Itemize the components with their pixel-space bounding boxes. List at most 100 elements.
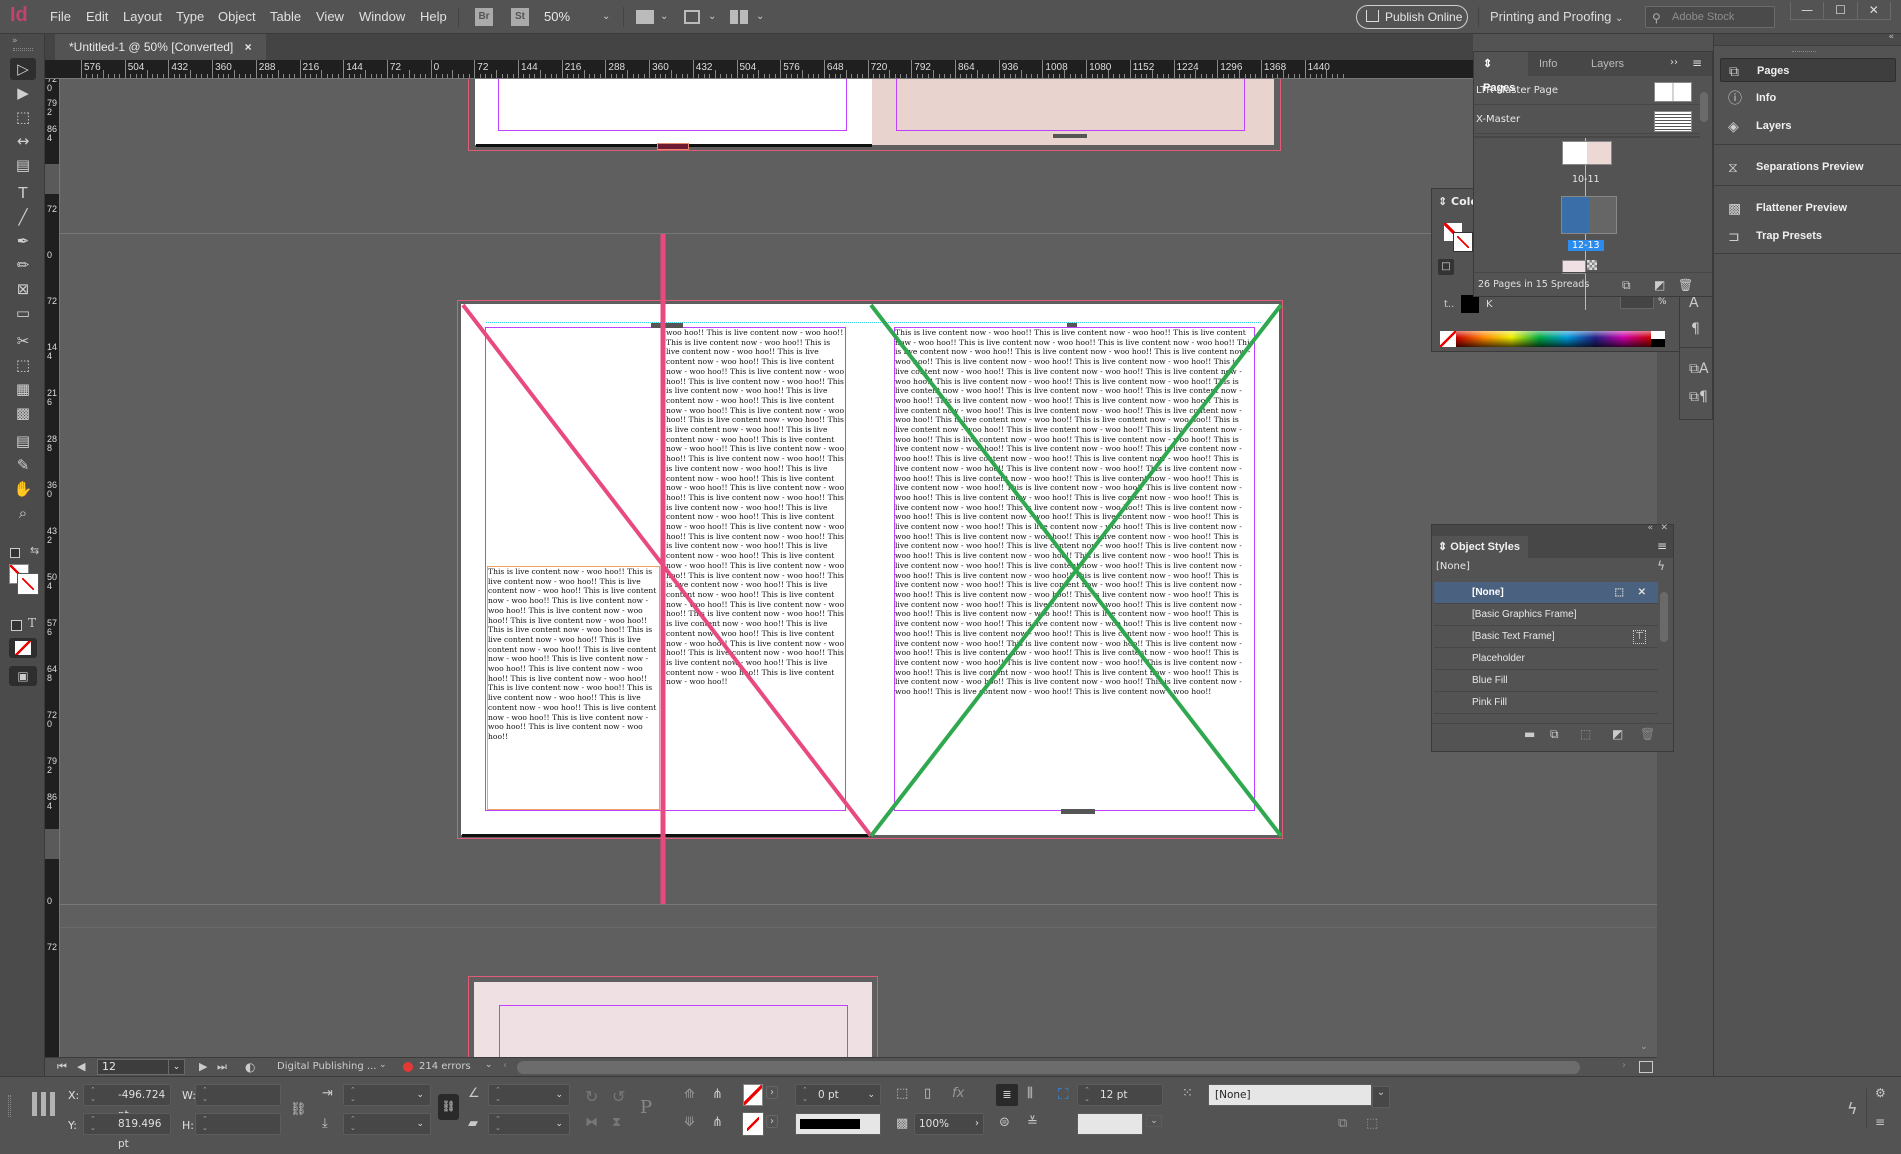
stroke-swatch[interactable] xyxy=(742,1112,764,1136)
menu-help[interactable]: Help xyxy=(420,9,447,24)
corner-shape-preview[interactable] xyxy=(1077,1113,1143,1135)
note-tool[interactable]: ▤ xyxy=(10,430,36,452)
rotation-angle-icon[interactable]: ∠ xyxy=(468,1086,480,1101)
scroll-left-icon[interactable]: ‹ xyxy=(503,1060,507,1071)
close-tab-icon[interactable]: × xyxy=(245,40,252,54)
zoom-level-field[interactable]: 50% xyxy=(544,9,570,24)
panel-menu-icon[interactable]: ≡ xyxy=(1692,56,1702,70)
grip-handle[interactable] xyxy=(1792,51,1816,53)
object-style-dropdown[interactable]: [None] xyxy=(1208,1084,1372,1106)
workspace-switcher[interactable]: Printing and Proofing ⌄ xyxy=(1490,9,1623,24)
pages-scrollbar[interactable] xyxy=(1700,82,1710,274)
rotate-counterclockwise-icon[interactable]: ↺ xyxy=(612,1087,625,1106)
gap-tool[interactable]: ↔ xyxy=(10,130,36,152)
expand-panel-icon[interactable]: ›› xyxy=(1670,57,1678,68)
object-style-item[interactable]: [None] ⬚ ✕ xyxy=(1434,582,1658,604)
tab-pages[interactable]: ⇕ Pages xyxy=(1474,52,1528,94)
chevron-down-icon[interactable]: ⌄ xyxy=(1372,1086,1390,1108)
error-count[interactable]: 214 errors xyxy=(419,1061,471,1072)
stroke-swatch[interactable] xyxy=(1453,232,1473,252)
black-swatch[interactable] xyxy=(1461,295,1479,313)
vertical-scroll-down-icon[interactable]: ⌄ xyxy=(1640,1042,1648,1052)
none-swatch[interactable] xyxy=(1440,331,1456,347)
stepper-icon[interactable]: ⌃ ⌄ xyxy=(90,1115,96,1133)
panel-menu-icon[interactable]: ≡ xyxy=(1657,539,1667,553)
rotation-angle-field[interactable]: ⌃ ⌄ ⌄ xyxy=(488,1084,570,1106)
stepper-icon[interactable]: ⌃ ⌄ xyxy=(90,1086,96,1104)
object-style-item[interactable]: [Basic Graphics Frame] xyxy=(1434,604,1658,626)
split-window-icon[interactable] xyxy=(1639,1061,1653,1073)
stepper-icon[interactable]: ⌃ ⌄ xyxy=(350,1115,356,1133)
object-style-item[interactable]: Blue Fill xyxy=(1434,670,1658,692)
gradient-feather-tool[interactable]: ▩ xyxy=(10,402,36,424)
chevron-down-icon[interactable]: ⌄ xyxy=(555,1114,563,1134)
first-page-icon[interactable]: ⏮ xyxy=(57,1060,67,1074)
adobe-stock-search-input[interactable]: ⚲ Adobe Stock xyxy=(1645,6,1775,28)
document-canvas[interactable]: This is live content now - woo hoo!! Thi… xyxy=(60,79,1657,1057)
constrain-scale-button[interactable]: ⛓ xyxy=(438,1094,459,1120)
spread-thumbnail-10-11[interactable] xyxy=(1562,141,1612,165)
stock-button[interactable]: St xyxy=(511,8,529,26)
menu-layout[interactable]: Layout xyxy=(123,9,162,24)
dock-item-pages[interactable]: ⧉ Pages xyxy=(1720,58,1896,82)
scroll-thumb[interactable] xyxy=(1660,592,1668,642)
free-transform-tool[interactable]: ⬚ xyxy=(10,354,36,376)
page-number-field[interactable]: 12 ⌄ xyxy=(97,1059,185,1075)
master-thumbnail[interactable] xyxy=(1654,82,1692,102)
arrange-documents-chevron-icon[interactable]: ⌄ xyxy=(756,11,764,22)
delete-style-icon[interactable]: 🗑 xyxy=(1640,727,1655,741)
pink-diagonal-line[interactable] xyxy=(461,303,873,838)
scale-x-icon[interactable]: ⇥ xyxy=(322,1086,333,1101)
paragraph-icon[interactable]: ¶ xyxy=(1691,321,1700,337)
dock-item-info[interactable]: ⓘ Info xyxy=(1720,86,1896,110)
type-tool[interactable]: T xyxy=(10,182,36,204)
jump-object-icon[interactable]: ⊜ xyxy=(999,1115,1010,1130)
rectangle-frame-tool[interactable]: ⊠ xyxy=(10,278,36,300)
menu-file[interactable]: File xyxy=(50,9,71,24)
horizontal-ruler[interactable]: 576 504 432 360 288 216 144 72 0 72 144 216 288 360 43… xyxy=(45,60,1473,79)
chevron-down-icon[interactable]: ⌄ xyxy=(1146,1115,1162,1127)
screen-mode-icon[interactable] xyxy=(684,10,700,24)
collapse-dock-icon[interactable]: « xyxy=(1888,32,1894,42)
chevron-down-icon[interactable]: ⌄ xyxy=(555,1085,563,1105)
next-page-icon[interactable]: ▶ xyxy=(199,1060,207,1073)
shear-angle-icon[interactable]: ▰ xyxy=(468,1116,478,1131)
settings-gear-icon[interactable]: ⚙ xyxy=(1875,1086,1886,1100)
zoom-dropdown-chevron-icon[interactable]: ⌄ xyxy=(602,11,610,22)
color-spectrum[interactable] xyxy=(1456,331,1651,347)
shadow-icon[interactable]: ⬚ xyxy=(896,1086,908,1101)
publish-online-button[interactable]: Publish Online xyxy=(1356,5,1468,29)
chevron-down-icon[interactable]: ⌄ xyxy=(168,1060,184,1074)
scale-y-field[interactable]: ⌃ ⌄ ⌄ xyxy=(343,1113,431,1135)
view-options-chevron-icon[interactable]: ⌄ xyxy=(660,11,668,22)
white-black-swatch[interactable] xyxy=(1651,331,1665,347)
chevron-down-icon[interactable]: ⌄ xyxy=(485,1060,493,1070)
preflight-icon[interactable]: ◐ xyxy=(245,1060,255,1074)
vertical-ruler[interactable]: 7207928644720721442162883604325045766487… xyxy=(45,79,60,1057)
stroke-weight-field[interactable]: ⌃ ⌄ 0 pt ⌄ xyxy=(795,1084,881,1106)
screen-mode-chevron-icon[interactable]: ⌄ xyxy=(708,11,716,22)
stroke-swatch[interactable] xyxy=(17,573,39,595)
chevron-down-icon[interactable]: ⌄ xyxy=(416,1085,424,1105)
arrange-documents-icon[interactable] xyxy=(730,10,748,24)
horizontal-scrollbar[interactable] xyxy=(517,1061,1580,1074)
scissors-tool[interactable]: ✂ xyxy=(10,330,36,352)
stroke-menu-chevron-icon[interactable]: › xyxy=(766,1115,778,1128)
opacity-field[interactable]: 100% › xyxy=(914,1113,984,1135)
jump-to-next-column-icon[interactable]: ≚ xyxy=(1027,1115,1038,1130)
dock-item-layers[interactable]: ◈ Layers xyxy=(1720,114,1896,138)
content-collector-tool[interactable]: ▤ xyxy=(10,154,36,176)
stroke-type-dropdown[interactable] xyxy=(795,1113,881,1135)
formatting-text-icon[interactable]: T xyxy=(28,616,36,630)
line-tool[interactable]: ╱ xyxy=(10,206,36,228)
minimize-button[interactable]: — xyxy=(1791,2,1825,19)
edit-page-size-icon[interactable]: ⧉ xyxy=(1622,273,1631,297)
scroll-right-icon[interactable]: › xyxy=(1622,1060,1626,1071)
panel-menu-icon[interactable]: ≡ xyxy=(1875,1115,1885,1129)
delete-page-icon[interactable]: 🗑 xyxy=(1678,273,1693,297)
stepper-icon[interactable]: ⌃ ⌄ xyxy=(1084,1086,1090,1104)
stepper-icon[interactable]: ⌃ ⌄ xyxy=(202,1115,208,1133)
tab-info[interactable]: Info xyxy=(1530,52,1580,76)
fill-menu-chevron-icon[interactable]: › xyxy=(766,1086,778,1099)
menu-edit[interactable]: Edit xyxy=(86,9,108,24)
